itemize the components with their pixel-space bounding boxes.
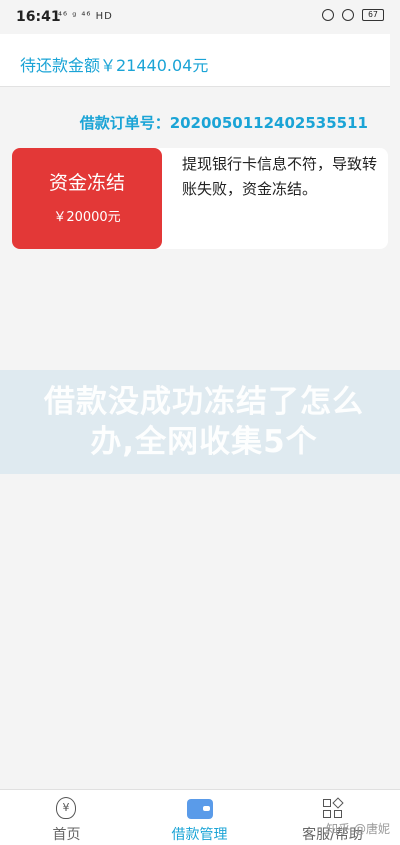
frozen-title: 资金冻结 (48, 172, 125, 194)
alarm-icon (322, 9, 334, 21)
status-icons: 67 (322, 9, 384, 21)
nav-home-label: 首页 (52, 827, 81, 843)
battery-icon: 67 (362, 9, 384, 21)
watermark: 知乎 @唐妮 (326, 822, 390, 836)
frozen-status-box: 资金冻结 ￥20000元 (12, 148, 162, 249)
frozen-card[interactable]: 资金冻结 ￥20000元 提现银行卡信息不符，导致转账失败，资金冻结。 (12, 148, 388, 249)
overlay-banner: 借款没成功冻结了怎么办,全网收集5个 (0, 370, 400, 474)
status-bar: 16:41 ⁴⁶ ᵍ ⁴⁶ HD 67 (0, 0, 400, 34)
pending-amount: 待还款金额￥21440.04元 (20, 56, 209, 75)
settings-icon (342, 9, 354, 21)
frozen-amount: ￥20000元 (53, 210, 121, 225)
money-bag-icon: ¥ (56, 797, 76, 819)
status-time: 16:41 (16, 9, 61, 25)
banner-text: 借款没成功冻结了怎么办,全网收集5个 (44, 384, 364, 460)
nav-loan-manage[interactable]: 借款管理 (133, 790, 266, 845)
frozen-reason: 提现银行卡信息不符，导致转账失败，资金冻结。 (182, 155, 378, 198)
nav-loan-label: 借款管理 (171, 827, 228, 843)
order-number: 借款订单号：2020050112402535511 (79, 114, 368, 132)
network-indicator: ⁴⁶ ᵍ ⁴⁶ HD (58, 11, 113, 22)
wallet-icon (187, 799, 213, 819)
grid-icon (323, 797, 345, 821)
pending-amount-card: 待还款金额￥21440.04元 (0, 34, 390, 87)
nav-home[interactable]: ¥ 首页 (0, 790, 133, 845)
